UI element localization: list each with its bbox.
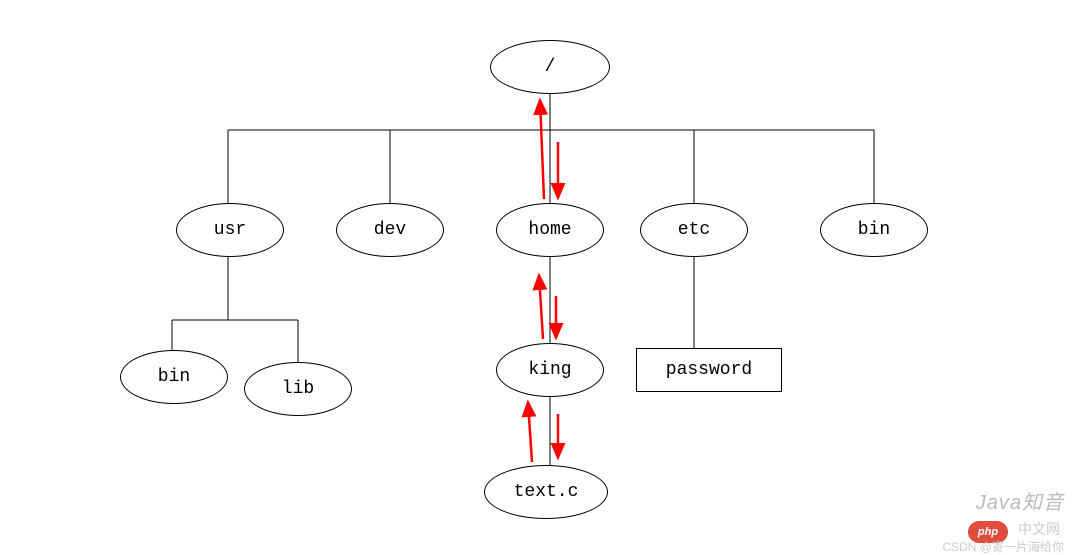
watermark-csdn: CSDN @寄一片海给你 [942,538,1064,555]
node-root: / [490,40,610,94]
label-etc: etc [678,220,710,240]
label-passwd: password [666,360,752,380]
label-bin: bin [858,220,890,240]
watermark-java: Java知音 [976,486,1064,515]
node-password: password [636,348,782,392]
node-bin2: bin [120,350,228,404]
label-textc: text.c [514,482,579,502]
node-etc: etc [640,203,748,257]
node-king: king [496,343,604,397]
node-textc: text.c [484,465,608,519]
label-home: home [528,220,571,240]
node-home: home [496,203,604,257]
label-dev: dev [374,220,406,240]
label-bin2: bin [158,367,190,387]
label-king: king [528,360,571,380]
node-lib: lib [244,362,352,416]
watermark-phpcn: 中文网 [1018,519,1060,539]
node-usr: usr [176,203,284,257]
node-dev: dev [336,203,444,257]
label-root: / [545,57,556,77]
label-usr: usr [214,220,246,240]
label-lib: lib [282,379,314,399]
node-bin: bin [820,203,928,257]
